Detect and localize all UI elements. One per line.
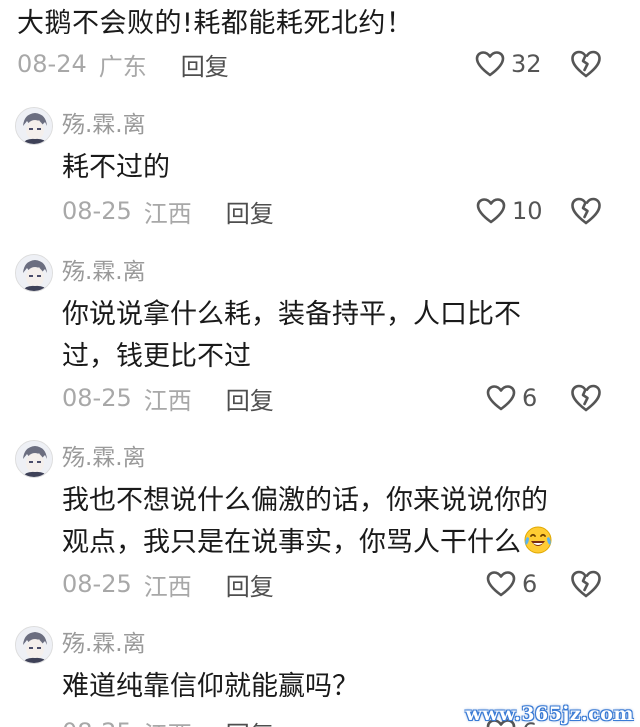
avatar-image [16, 441, 52, 477]
avatar-image [16, 108, 52, 144]
username[interactable]: 殇.霖.离 [62, 629, 146, 659]
avatar[interactable] [15, 107, 53, 145]
reply-date: 08-25 [62, 718, 132, 727]
broken-heart-icon[interactable] [570, 49, 602, 79]
crying-laughing-emoji [524, 526, 552, 554]
like-button[interactable]: 10 [476, 193, 543, 229]
reply-location: 江西 [143, 572, 192, 601]
reply-text-line: 你说说拿什么耗，装备持平，人口比不 [62, 299, 521, 330]
like-button[interactable]: 6 [486, 380, 537, 416]
broken-heart-icon[interactable] [570, 569, 602, 599]
reply-meta: 08-25 江西 回复 [62, 193, 274, 229]
reply-text: 我也不想说什么偏激的话，你来说说你的 观点，我只是在说事实，你骂人干什么 [62, 480, 602, 564]
comment-meta: 08-24 广东 回复 [17, 46, 229, 82]
reply-location: 江西 [144, 715, 192, 727]
reply-text: 难道纯靠信仰就能赢吗？ [62, 666, 602, 708]
reply-item: 殇.霖.离 你说说拿什么耗，装备持平，人口比不 过，钱更比不过 08-25 江西… [0, 250, 640, 420]
reply-text-line: 过，钱更比不过 [62, 341, 251, 372]
like-count: 6 [522, 570, 538, 598]
avatar-image [16, 255, 52, 291]
comment-text: 大鹅不会败的!耗都能耗死北约！ [17, 8, 414, 39]
watermark: www.365jz.com [465, 703, 634, 725]
username[interactable]: 殇.霖.离 [62, 257, 146, 287]
comment-location: 广东 [98, 52, 147, 81]
reply-text-line: 难道纯靠信仰就能赢吗？ [62, 671, 359, 702]
avatar[interactable] [15, 626, 53, 664]
avatar[interactable] [15, 254, 53, 292]
reply-button[interactable]: 回复 [181, 47, 229, 82]
reply-text-line: 我也不想说什么偏激的话，你来说说你的 [62, 485, 548, 516]
reply-text: 你说说拿什么耗，装备持平，人口比不 过，钱更比不过 [62, 294, 602, 378]
comment-date: 08-24 [17, 50, 87, 78]
reply-button[interactable]: 回复 [226, 194, 274, 229]
reply-location: 江西 [143, 386, 192, 415]
username[interactable]: 殇.霖.离 [62, 110, 146, 140]
avatar[interactable] [15, 440, 53, 478]
heart-outline-icon [486, 385, 516, 411]
reply-location: 江西 [143, 199, 192, 228]
reply-button[interactable]: 回复 [226, 567, 274, 602]
top-comment: 大鹅不会败的!耗都能耗死北约！ 08-24 广东 回复 32 [0, 0, 640, 92]
heart-outline-icon [486, 571, 516, 597]
reply-item: 殇.霖.离 耗不过的 08-25 江西 回复 10 [0, 103, 640, 238]
reply-date: 08-25 [62, 384, 132, 412]
reply-text-line: 耗不过的 [62, 152, 170, 183]
like-count: 6 [522, 384, 538, 412]
reply-text: 耗不过的 [62, 147, 602, 189]
reply-meta: 08-25 江西 回复 [62, 380, 274, 416]
reply-button[interactable]: 回复 [226, 381, 274, 416]
reply-text-line: 观点，我只是在说事实，你骂人干什么 [62, 522, 602, 564]
heart-outline-icon [476, 198, 506, 224]
reply-item: 殇.霖.离 我也不想说什么偏激的话，你来说说你的 观点，我只是在说事实，你骂人干… [0, 436, 640, 606]
reply-text-segment: 观点，我只是在说事实，你骂人干什么 [62, 527, 521, 558]
like-button[interactable]: 6 [486, 566, 537, 602]
reply-meta: 08-25 江西 回复 [62, 566, 274, 602]
reply-button[interactable]: 回复 [226, 715, 274, 727]
reply-meta: 08-25 江西 回复 [62, 714, 274, 727]
avatar-image [16, 627, 52, 663]
like-count: 32 [511, 50, 542, 78]
reply-date: 08-25 [62, 570, 132, 598]
reply-date: 08-25 [62, 197, 132, 225]
heart-outline-icon [475, 51, 505, 77]
like-button[interactable]: 32 [475, 46, 542, 82]
username[interactable]: 殇.霖.离 [62, 443, 146, 473]
broken-heart-icon[interactable] [570, 196, 602, 226]
like-count: 10 [512, 197, 543, 225]
broken-heart-icon[interactable] [570, 383, 602, 413]
